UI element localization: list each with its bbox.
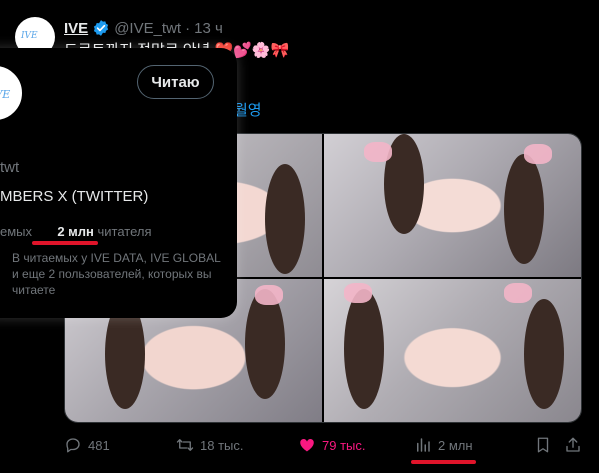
followers-label[interactable]: читателя: [98, 224, 152, 239]
author-handle[interactable]: @IVE_twt: [114, 20, 181, 37]
retweet-count: 18 тыс.: [200, 437, 244, 453]
photo-4[interactable]: [324, 279, 581, 422]
views-icon: [417, 438, 430, 452]
retweet-icon: [176, 439, 194, 451]
verified-badge-icon: [94, 20, 109, 36]
author-name[interactable]: IVE: [64, 20, 88, 37]
share-button[interactable]: [564, 434, 582, 456]
retweet-button[interactable]: 18 тыс.: [176, 434, 243, 456]
followers-annotation-underline: [32, 241, 98, 245]
following-label[interactable]: емых: [0, 224, 32, 239]
two-hearts-emoji: 💕: [233, 42, 252, 59]
action-bar: 481 18 тыс. 79 тыс. 2 млн: [64, 434, 582, 456]
ribbon-emoji: 🎀: [270, 42, 290, 59]
tweet-header: IVE @IVE_twt · 13 ч: [64, 18, 223, 38]
photo-2[interactable]: [324, 134, 581, 277]
separator: ·: [185, 19, 191, 37]
following-button[interactable]: Читаю: [137, 65, 214, 99]
views-button[interactable]: 2 млн: [414, 434, 473, 456]
hovercard-stats: емых 2 млн читателя: [0, 224, 152, 239]
like-button[interactable]: 79 тыс.: [298, 434, 365, 456]
reply-button[interactable]: 481: [64, 434, 110, 456]
followed-by-text[interactable]: В читаемых у IVE DATA, IVE GLOBAL и еще …: [12, 250, 227, 298]
like-count: 79 тыс.: [322, 437, 366, 453]
hovercard-bio: MBERS X (TWITTER): [0, 188, 149, 205]
reply-count: 481: [88, 437, 110, 453]
tweet-text-tail[interactable]: 월영: [234, 99, 262, 120]
hovercard-avatar-logo: IVE: [0, 88, 11, 101]
reply-icon: [66, 438, 80, 453]
avatar-logo: IVE: [21, 31, 38, 41]
bookmark-icon: [537, 437, 549, 453]
blossom-emoji: 🌸: [251, 42, 271, 59]
hovercard-handle[interactable]: twt: [0, 159, 19, 176]
views-annotation-underline: [411, 460, 476, 464]
profile-hovercard: IVE Читаю twt MBERS X (TWITTER) емых 2 м…: [0, 48, 237, 318]
heart-icon: [300, 438, 314, 452]
tweet-time[interactable]: 13 ч: [194, 20, 223, 37]
followers-count[interactable]: 2 млн: [57, 224, 94, 239]
bookmark-button[interactable]: [534, 434, 552, 456]
hovercard-avatar[interactable]: IVE: [0, 64, 24, 122]
views-count: 2 млн: [438, 437, 473, 453]
share-icon: [566, 437, 580, 452]
